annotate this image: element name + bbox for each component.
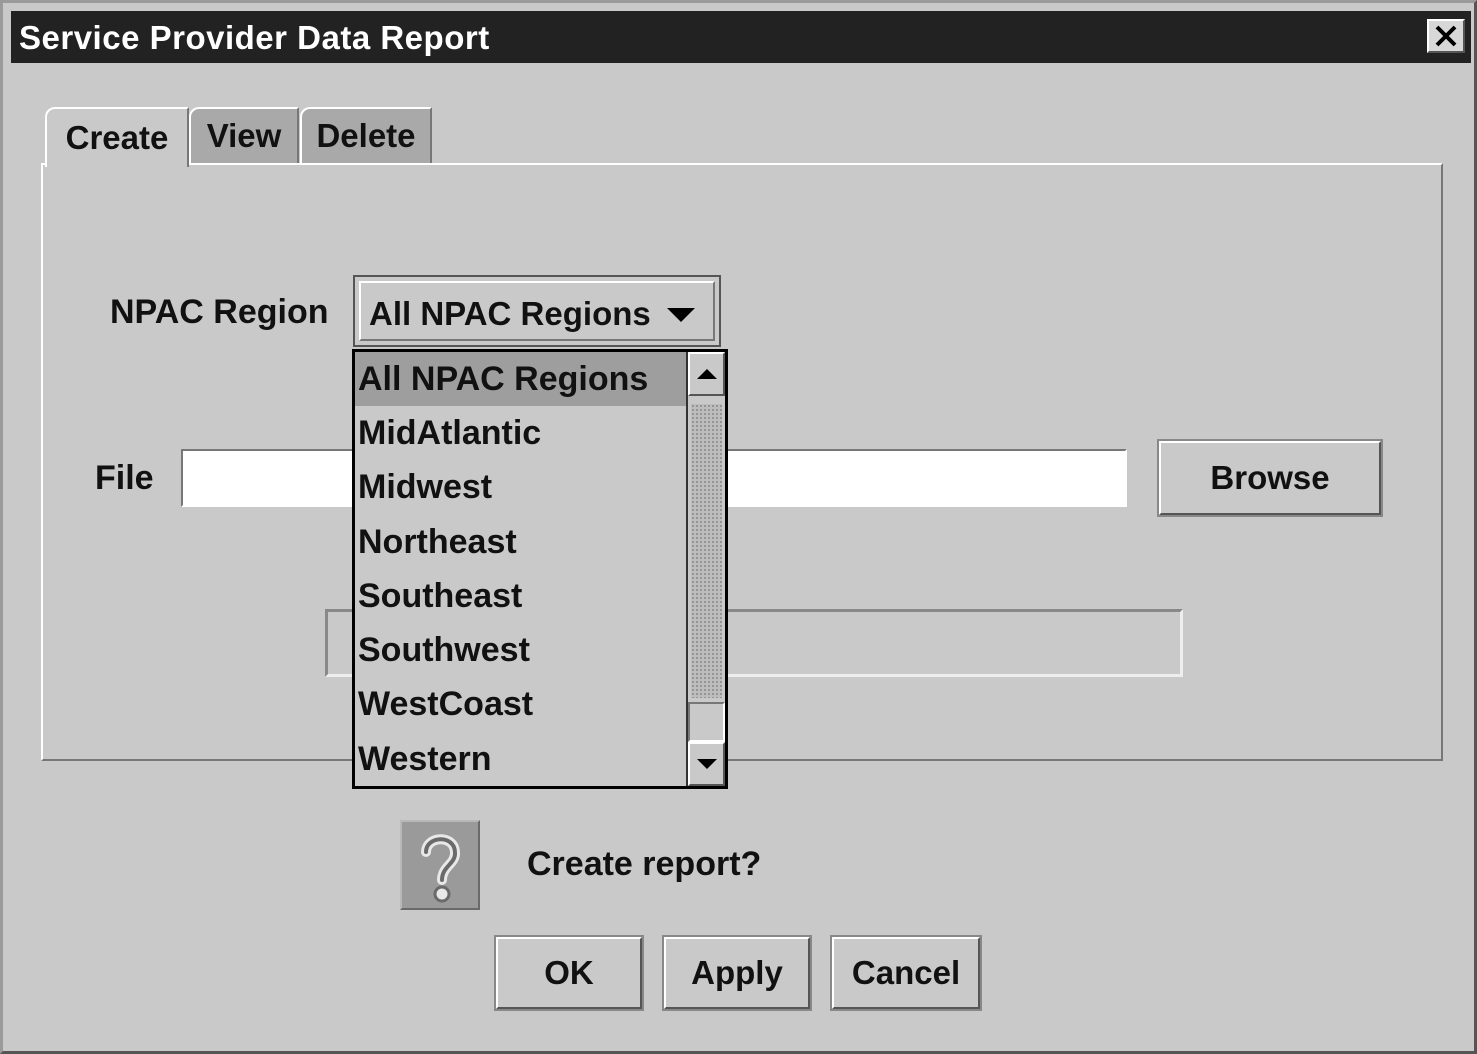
arrow-up-icon — [696, 369, 717, 379]
close-button[interactable] — [1427, 19, 1465, 53]
title-bar[interactable]: Service Provider Data Report — [11, 11, 1471, 63]
window-title: Service Provider Data Report — [19, 19, 490, 56]
browse-button-label: Browse — [1210, 459, 1330, 496]
scrollbar-thumb[interactable] — [691, 404, 722, 698]
dropdown-option[interactable]: WestCoast — [355, 678, 686, 732]
browse-button[interactable]: Browse — [1157, 439, 1383, 517]
tab-view-label: View — [206, 117, 282, 154]
confirm-message: Create report? — [527, 845, 762, 883]
dropdown-option[interactable]: Southeast — [355, 569, 686, 623]
chevron-down-icon — [667, 308, 695, 322]
npac-region-label: NPAC Region — [110, 293, 329, 331]
apply-button-label: Apply — [691, 954, 783, 991]
scroll-up-button[interactable] — [688, 352, 725, 396]
dropdown-scrollbar[interactable] — [686, 352, 725, 786]
close-icon — [1435, 25, 1457, 47]
npac-region-combobox[interactable]: All NPAC Regions — [353, 275, 721, 347]
npac-region-selected-value: All NPAC Regions — [369, 295, 651, 332]
scrollbar-track[interactable] — [688, 702, 725, 742]
file-label: File — [95, 459, 154, 497]
arrow-down-icon — [696, 759, 717, 769]
apply-button[interactable]: Apply — [662, 935, 812, 1011]
dropdown-option[interactable]: MidAtlantic — [355, 406, 686, 460]
npac-region-dropdown-list[interactable]: All NPAC Regions MidAtlantic Midwest Nor… — [352, 349, 728, 789]
scroll-down-button[interactable] — [688, 742, 725, 786]
tab-delete-label: Delete — [316, 117, 416, 154]
dropdown-options: All NPAC Regions MidAtlantic Midwest Nor… — [355, 352, 686, 786]
cancel-button-label: Cancel — [851, 954, 961, 991]
tab-delete[interactable]: Delete — [300, 107, 432, 163]
dropdown-option[interactable]: All NPAC Regions — [355, 352, 686, 407]
dropdown-option[interactable]: Western — [355, 732, 686, 786]
tab-create[interactable]: Create — [45, 107, 189, 167]
dropdown-option[interactable]: Northeast — [355, 515, 686, 569]
combobox-frame: All NPAC Regions — [359, 281, 715, 341]
dialog-window: Service Provider Data Report Create View… — [0, 0, 1477, 1054]
ok-button-label: OK — [544, 954, 594, 991]
tab-create-label: Create — [65, 119, 169, 156]
dropdown-option[interactable]: Southwest — [355, 623, 686, 677]
dropdown-option[interactable]: Midwest — [355, 461, 686, 515]
ok-button[interactable]: OK — [494, 935, 644, 1011]
question-mark-glyph — [421, 834, 460, 903]
tab-view[interactable]: View — [189, 107, 299, 163]
cancel-button[interactable]: Cancel — [830, 935, 982, 1011]
question-icon — [400, 820, 480, 910]
